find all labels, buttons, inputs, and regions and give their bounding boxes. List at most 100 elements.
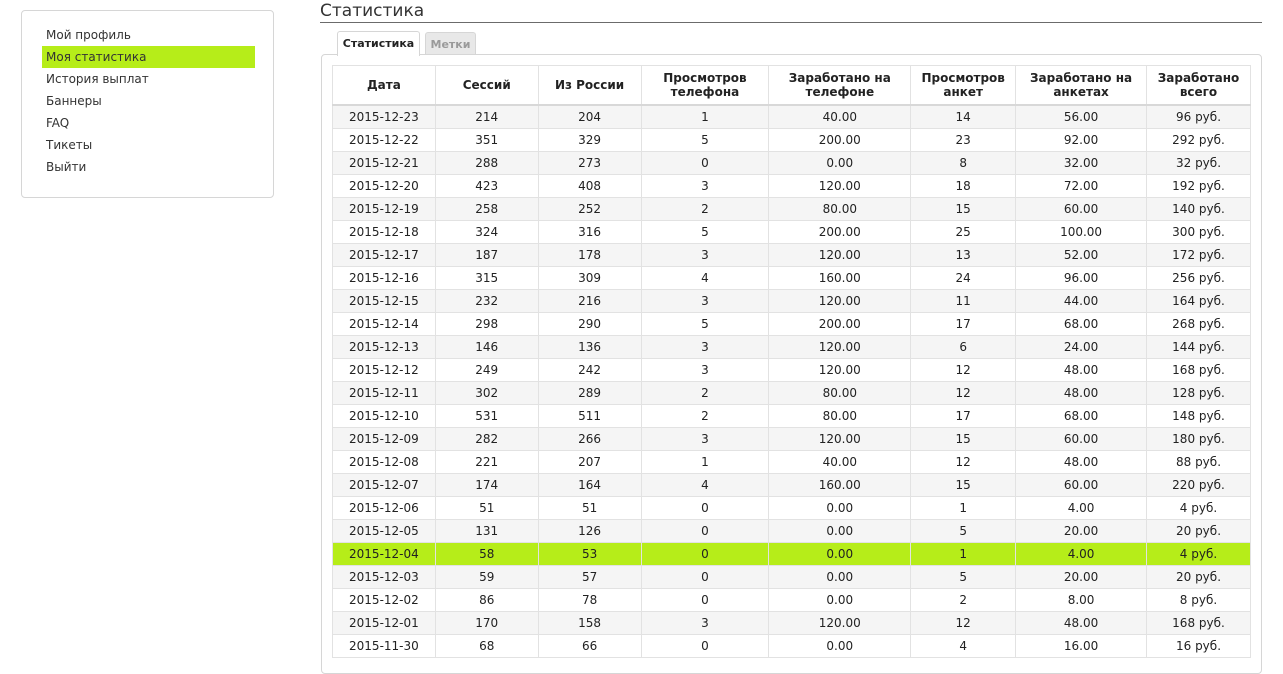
cell-profile-views: 2 [910, 588, 1017, 612]
cell-from-russia: 136 [537, 335, 642, 359]
cell-from-russia: 164 [537, 473, 642, 497]
cell-sessions: 68 [434, 634, 539, 658]
cell-from-russia: 511 [537, 404, 642, 428]
table-row: 2015-12-20 423 408 3 120.00 18 72.00 192 руб. [332, 174, 1251, 198]
cell-sessions: 214 [434, 104, 539, 129]
cell-phone-views: 0 [640, 151, 770, 175]
cell-profile-views: 18 [910, 174, 1017, 198]
cell-total-earnings: 180 руб. [1146, 427, 1251, 451]
cell-date: 2015-12-20 [332, 174, 436, 198]
cell-date: 2015-12-10 [332, 404, 436, 428]
cell-phone-views: 3 [640, 289, 770, 313]
table-row: 2015-12-07 174 164 4 160.00 15 60.00 220 руб. [332, 473, 1251, 497]
cell-profile-views: 4 [910, 634, 1017, 658]
cell-phone-views: 3 [640, 611, 770, 635]
column-header-date[interactable]: Дата [332, 65, 436, 106]
cell-phone-earnings: 120.00 [768, 358, 912, 382]
cell-sessions: 232 [434, 289, 539, 313]
cell-profile-earnings: 48.00 [1015, 450, 1147, 474]
sidebar-menu: Мой профиль Моя статистика История выпла… [42, 24, 255, 178]
cell-phone-views: 5 [640, 220, 770, 244]
column-header-phone-earnings[interactable]: Заработано на телефоне [768, 65, 912, 106]
cell-phone-earnings: 80.00 [768, 381, 912, 405]
cell-phone-views: 0 [640, 542, 770, 566]
cell-profile-earnings: 44.00 [1015, 289, 1147, 313]
column-header-phone-views[interactable]: Просмотров телефона [640, 65, 770, 106]
cell-date: 2015-12-21 [332, 151, 436, 175]
sidebar-item-tickets[interactable]: Тикеты [42, 134, 255, 156]
cell-date: 2015-12-23 [332, 104, 436, 129]
sidebar-item-faq[interactable]: FAQ [42, 112, 255, 134]
cell-profile-earnings: 60.00 [1015, 473, 1147, 497]
cell-phone-earnings: 80.00 [768, 404, 912, 428]
cell-profile-views: 23 [910, 128, 1017, 152]
cell-total-earnings: 148 руб. [1146, 404, 1251, 428]
cell-phone-earnings: 120.00 [768, 335, 912, 359]
cell-date: 2015-11-30 [332, 634, 436, 658]
cell-phone-earnings: 0.00 [768, 565, 912, 589]
cell-profile-views: 15 [910, 427, 1017, 451]
cell-phone-views: 3 [640, 358, 770, 382]
column-header-total-earnings[interactable]: Заработано всего [1146, 65, 1251, 106]
cell-profile-views: 1 [910, 542, 1017, 566]
cell-profile-earnings: 52.00 [1015, 243, 1147, 267]
cell-total-earnings: 292 руб. [1146, 128, 1251, 152]
cell-from-russia: 242 [537, 358, 642, 382]
cell-profile-earnings: 4.00 [1015, 496, 1147, 520]
sidebar-item-banners[interactable]: Баннеры [42, 90, 255, 112]
cell-profile-views: 1 [910, 496, 1017, 520]
tab-tags[interactable]: Метки [425, 32, 476, 55]
cell-profile-earnings: 32.00 [1015, 151, 1147, 175]
sidebar-item-logout[interactable]: Выйти [42, 156, 255, 178]
cell-profile-earnings: 20.00 [1015, 519, 1147, 543]
cell-from-russia: 329 [537, 128, 642, 152]
cell-sessions: 351 [434, 128, 539, 152]
cell-profile-views: 12 [910, 611, 1017, 635]
cell-from-russia: 53 [537, 542, 642, 566]
cell-from-russia: 51 [537, 496, 642, 520]
cell-date: 2015-12-06 [332, 496, 436, 520]
cell-profile-views: 15 [910, 197, 1017, 221]
cell-total-earnings: 172 руб. [1146, 243, 1251, 267]
cell-sessions: 298 [434, 312, 539, 336]
cell-date: 2015-12-14 [332, 312, 436, 336]
sidebar-item-profile[interactable]: Мой профиль [42, 24, 255, 46]
cell-total-earnings: 96 руб. [1146, 104, 1251, 129]
cell-phone-earnings: 120.00 [768, 289, 912, 313]
table-row: 2015-12-10 531 511 2 80.00 17 68.00 148 руб. [332, 404, 1251, 428]
sidebar-item-payout-history[interactable]: История выплат [42, 68, 255, 90]
cell-from-russia: 252 [537, 197, 642, 221]
cell-date: 2015-12-19 [332, 197, 436, 221]
cell-sessions: 258 [434, 197, 539, 221]
cell-from-russia: 207 [537, 450, 642, 474]
cell-phone-views: 5 [640, 128, 770, 152]
tab-statistics[interactable]: Статистика [337, 31, 420, 56]
cell-sessions: 86 [434, 588, 539, 612]
cell-from-russia: 408 [537, 174, 642, 198]
column-header-profile-views[interactable]: Просмотров анкет [910, 65, 1017, 106]
table-row: 2015-12-11 302 289 2 80.00 12 48.00 128 руб. [332, 381, 1251, 405]
table-row: 2015-12-18 324 316 5 200.00 25 100.00 300 руб. [332, 220, 1251, 244]
column-header-sessions[interactable]: Сессий [434, 65, 539, 106]
cell-sessions: 187 [434, 243, 539, 267]
cell-phone-earnings: 120.00 [768, 427, 912, 451]
cell-profile-views: 6 [910, 335, 1017, 359]
cell-sessions: 146 [434, 335, 539, 359]
cell-profile-views: 11 [910, 289, 1017, 313]
sidebar-item-my-statistics[interactable]: Моя статистика [42, 46, 255, 68]
cell-sessions: 131 [434, 519, 539, 543]
cell-total-earnings: 144 руб. [1146, 335, 1251, 359]
cell-total-earnings: 164 руб. [1146, 289, 1251, 313]
cell-date: 2015-12-13 [332, 335, 436, 359]
table-row: 2015-12-04 58 53 0 0.00 1 4.00 4 руб. [332, 542, 1251, 566]
cell-phone-views: 3 [640, 174, 770, 198]
cell-phone-earnings: 0.00 [768, 496, 912, 520]
cell-total-earnings: 8 руб. [1146, 588, 1251, 612]
cell-sessions: 170 [434, 611, 539, 635]
column-header-profile-earnings[interactable]: Заработано на анкетах [1015, 65, 1147, 106]
cell-phone-earnings: 40.00 [768, 450, 912, 474]
cell-date: 2015-12-16 [332, 266, 436, 290]
cell-profile-views: 17 [910, 312, 1017, 336]
cell-phone-earnings: 0.00 [768, 634, 912, 658]
column-header-from-russia[interactable]: Из России [537, 65, 642, 106]
